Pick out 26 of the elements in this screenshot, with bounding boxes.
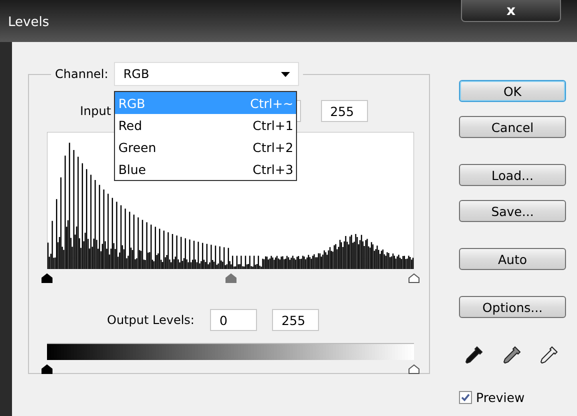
- dialog-button[interactable]: Load...: [459, 164, 566, 186]
- caret-icon: [281, 72, 290, 76]
- slider-thumb[interactable]: [408, 364, 420, 374]
- input-levels-label: Input: [80, 104, 112, 118]
- slider-thumb[interactable]: [41, 364, 53, 374]
- eyedropper-icon[interactable]: [463, 344, 485, 366]
- window-title: Levels: [8, 15, 50, 30]
- slider-thumb[interactable]: [224, 273, 236, 283]
- eyedropper-icon[interactable]: [538, 344, 560, 366]
- channel-label: Channel:: [55, 67, 108, 81]
- eyedropper-icon[interactable]: [500, 344, 522, 366]
- output-levels-label: Output Levels:: [107, 313, 194, 327]
- checkmark-icon: [461, 393, 470, 402]
- output-field[interactable]: 255: [272, 309, 320, 331]
- dialog-button[interactable]: Options...: [459, 296, 566, 318]
- output-field[interactable]: 0: [210, 309, 258, 331]
- dialog-button[interactable]: OK: [459, 80, 566, 102]
- slider-thumb[interactable]: [41, 273, 53, 283]
- dialog-button[interactable]: Cancel: [459, 116, 566, 138]
- input-field[interactable]: 255: [321, 100, 368, 122]
- close-button[interactable]: x: [461, 0, 561, 22]
- channel-dropdown[interactable]: RGB: [114, 62, 300, 86]
- preview-checkbox[interactable]: Preview: [459, 390, 566, 405]
- dialog-button[interactable]: Save...: [459, 200, 566, 222]
- slider-thumb[interactable]: [408, 273, 420, 283]
- dialog-button[interactable]: Auto: [459, 248, 566, 270]
